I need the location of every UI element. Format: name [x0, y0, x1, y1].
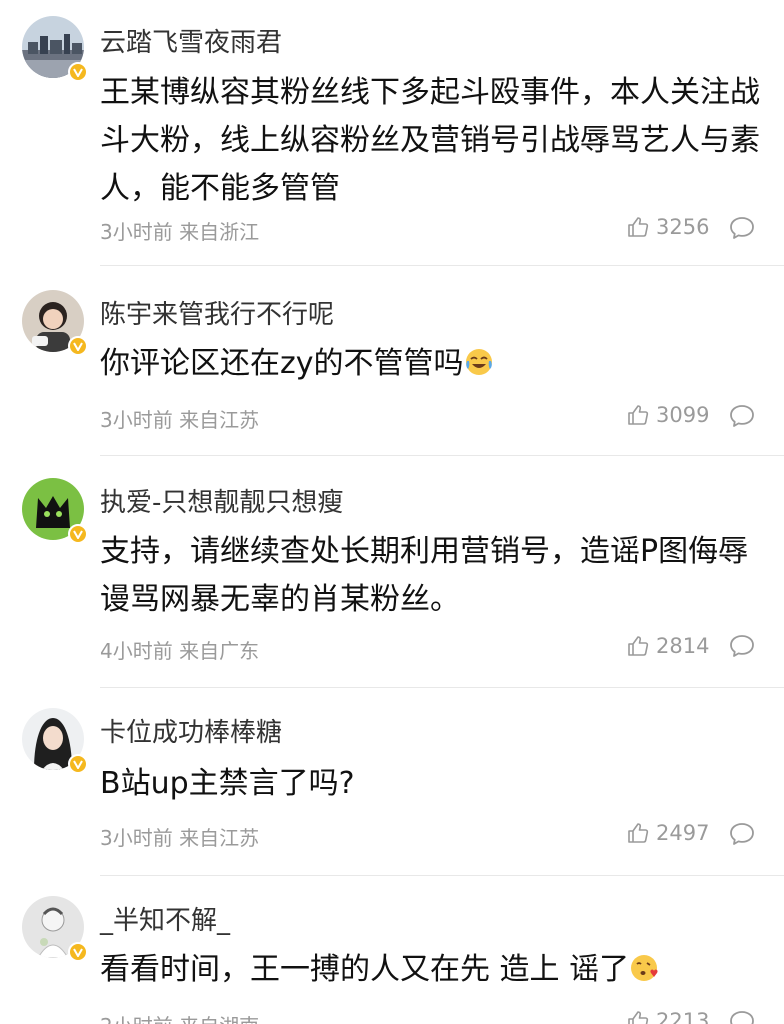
comment-bubble-icon[interactable] — [729, 404, 755, 428]
verified-badge-icon — [68, 754, 88, 774]
comment-item: _半知不解_ 看看时间，王一搏的人又在先 造上 谣了 2小时前 来自湖南 221… — [0, 876, 784, 1024]
comment-bubble-icon[interactable] — [729, 634, 755, 658]
like-count: 2213 — [656, 1009, 710, 1024]
verified-badge-icon — [68, 524, 88, 544]
username[interactable]: _半知不解_ — [100, 900, 230, 937]
comment-meta: 3小时前 来自江苏 — [100, 826, 260, 850]
comment-text: 看看时间，王一搏的人又在先 造上 谣了 — [100, 946, 760, 994]
comment-bubble-icon[interactable] — [729, 822, 755, 846]
avatar[interactable] — [22, 16, 88, 82]
comment-list: 云踏飞雪夜雨君 王某博纵容其粉丝线下多起斗殴事件，本人关注战斗大粉，线上纵容粉丝… — [0, 0, 784, 1024]
comment-meta: 4小时前 来自广东 — [100, 639, 260, 663]
comment-text: 支持，请继续查处长期利用营销号，造谣P图侮辱谩骂网暴无辜的肖某粉丝。 — [100, 534, 749, 617]
like-count: 2814 — [656, 634, 710, 658]
comment-text-body: 你评论区还在zy的不管管吗 — [100, 346, 464, 381]
like-button[interactable]: 2213 — [626, 1009, 709, 1024]
like-button[interactable]: 3099 — [626, 403, 709, 427]
thumbs-up-icon — [628, 636, 649, 656]
comment-text: 王某博纵容其粉丝线下多起斗殴事件，本人关注战斗大粉，线上纵容粉丝及营销号引战辱骂… — [100, 75, 760, 206]
username[interactable]: 云踏飞雪夜雨君 — [100, 22, 282, 59]
comment-meta: 3小时前 来自浙江 — [100, 220, 260, 244]
comment-meta: 2小时前 来自湖南 — [100, 1010, 259, 1024]
username[interactable]: 陈宇来管我行不行呢 — [100, 294, 334, 331]
comment-text: 你评论区还在zy的不管管吗 — [100, 340, 760, 388]
like-button[interactable]: 3256 — [626, 215, 709, 239]
comment-text-body: 看看时间，王一搏的人又在先 造上 谣了 — [100, 952, 630, 987]
username[interactable]: 卡位成功棒棒糖 — [100, 712, 282, 749]
comment-item: 陈宇来管我行不行呢 你评论区还在zy的不管管吗 3小时前 来自江苏 3099 — [0, 266, 784, 456]
verified-badge-icon — [68, 336, 88, 356]
verified-badge-icon — [68, 62, 88, 82]
comment-bubble-icon[interactable] — [729, 1010, 755, 1024]
comment-item: 云踏飞雪夜雨君 王某博纵容其粉丝线下多起斗殴事件，本人关注战斗大粉，线上纵容粉丝… — [0, 0, 784, 266]
avatar[interactable] — [22, 478, 88, 544]
laughing-crying-emoji-icon — [465, 349, 492, 375]
blowing-kiss-emoji-icon — [631, 955, 658, 981]
comment-item: 卡位成功棒棒糖 B站up主禁言了吗? 3小时前 来自江苏 2497 — [0, 688, 784, 876]
like-count: 3099 — [656, 403, 710, 427]
avatar[interactable] — [22, 708, 88, 774]
verified-badge-icon — [68, 942, 88, 962]
like-count: 2497 — [656, 821, 710, 845]
like-count: 3256 — [656, 215, 710, 239]
comment-item: 执爱-只想靓靓只想瘦 支持，请继续查处长期利用营销号，造谣P图侮辱谩骂网暴无辜的… — [0, 456, 784, 688]
thumbs-up-icon — [628, 1011, 649, 1024]
thumbs-up-icon — [628, 217, 649, 237]
avatar[interactable] — [22, 896, 88, 962]
like-button[interactable]: 2497 — [626, 821, 709, 845]
thumbs-up-icon — [628, 823, 649, 843]
avatar[interactable] — [22, 290, 88, 356]
thumbs-up-icon — [628, 405, 649, 425]
comment-meta: 3小时前 来自江苏 — [100, 408, 260, 432]
username[interactable]: 执爱-只想靓靓只想瘦 — [100, 482, 343, 519]
comment-bubble-icon[interactable] — [729, 216, 755, 240]
comment-text: B站up主禁言了吗? — [100, 766, 355, 801]
like-button[interactable]: 2814 — [626, 634, 709, 658]
